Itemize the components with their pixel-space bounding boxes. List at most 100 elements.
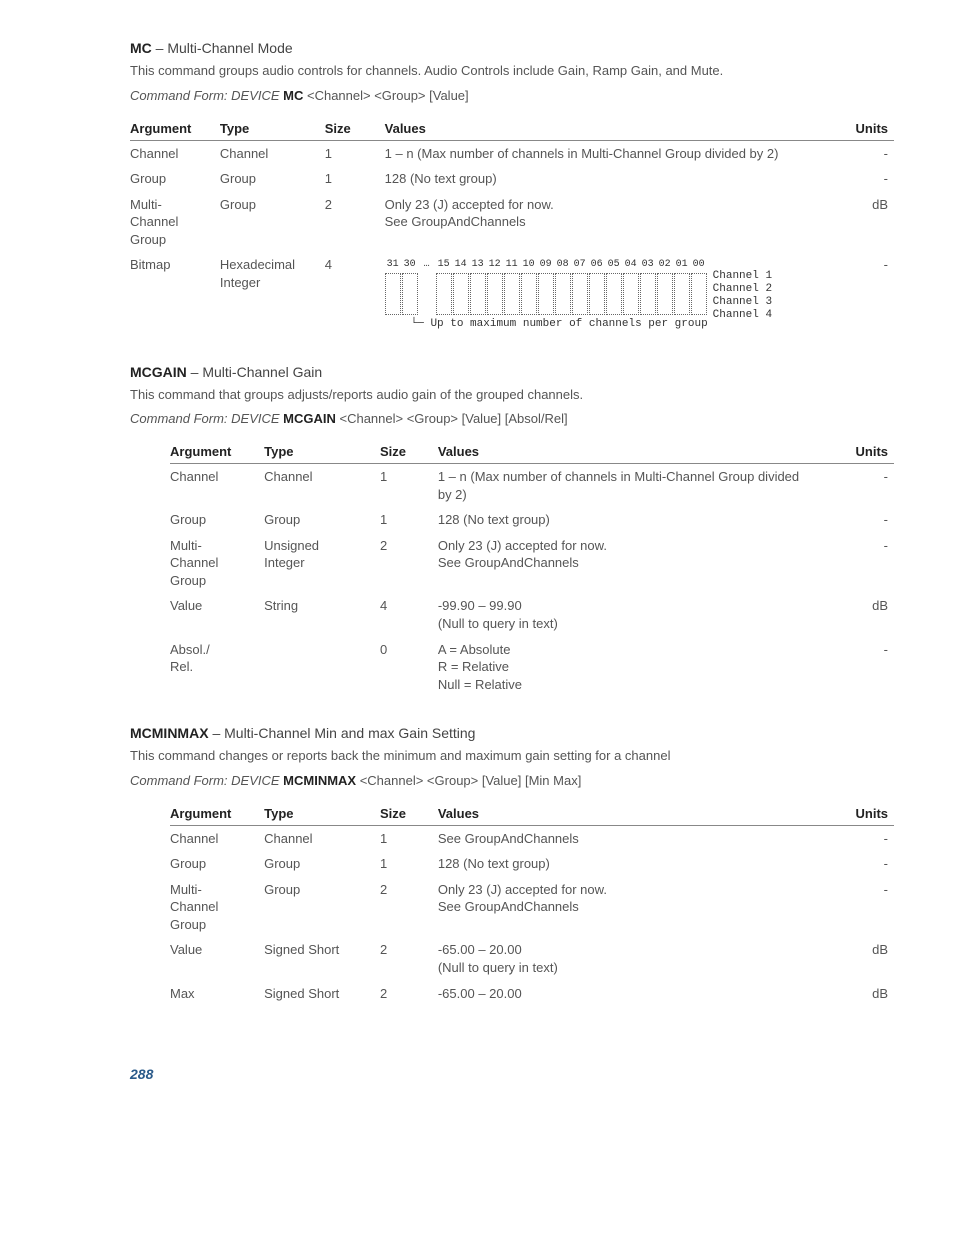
cell-type: Group <box>220 166 325 192</box>
cell-units: - <box>819 252 894 335</box>
cell-values: Only 23 (J) accepted for now.See GroupAn… <box>385 192 819 253</box>
cell-type: Signed Short <box>264 937 380 980</box>
cell-type: Group <box>264 851 380 877</box>
col-size: Size <box>380 440 438 464</box>
section-mcgain: MCGAIN – Multi-Channel Gain This command … <box>130 364 894 698</box>
cell-values: -65.00 – 20.00 <box>438 981 822 1007</box>
arguments-table: ArgumentTypeSizeValuesUnitsChannelChanne… <box>130 117 894 336</box>
table-row: ChannelChannel1See GroupAndChannels- <box>170 825 894 851</box>
section-description: This command that groups adjusts/reports… <box>130 386 894 404</box>
cell-units: dB <box>822 593 894 636</box>
cell-type: HexadecimalInteger <box>220 252 325 335</box>
cell-units: - <box>822 464 894 508</box>
cell-type <box>264 637 380 698</box>
col-argument: Argument <box>170 440 264 464</box>
cell-values: 128 (No text group) <box>438 851 822 877</box>
col-type: Type <box>264 440 380 464</box>
cell-size: 4 <box>380 593 438 636</box>
cell-argument: Channel <box>130 140 220 166</box>
cell-size: 2 <box>325 192 385 253</box>
cell-argument: Group <box>170 507 264 533</box>
col-units: Units <box>819 117 894 141</box>
cell-values: 128 (No text group) <box>438 507 822 533</box>
col-argument: Argument <box>170 802 264 826</box>
cell-values: 3130…15141312111009080706050403020100Cha… <box>385 252 819 335</box>
table-row: Multi-ChannelGroupGroup2Only 23 (J) acce… <box>130 192 894 253</box>
section-description: This command changes or reports back the… <box>130 747 894 765</box>
cell-values: Only 23 (J) accepted for now.See GroupAn… <box>438 533 822 594</box>
cell-units: dB <box>822 937 894 980</box>
cell-units: - <box>822 825 894 851</box>
col-type: Type <box>220 117 325 141</box>
col-type: Type <box>264 802 380 826</box>
arguments-table: ArgumentTypeSizeValuesUnitsChannelChanne… <box>170 440 894 697</box>
col-values: Values <box>438 440 822 464</box>
cell-argument: Absol./Rel. <box>170 637 264 698</box>
table-row: GroupGroup1128 (No text group)- <box>170 851 894 877</box>
cell-argument: Value <box>170 937 264 980</box>
cell-units: dB <box>822 981 894 1007</box>
table-row: MaxSigned Short2-65.00 – 20.00dB <box>170 981 894 1007</box>
cell-type: UnsignedInteger <box>264 533 380 594</box>
bitmap-channel-label: Channel 2 <box>713 283 772 296</box>
cell-argument: Multi-ChannelGroup <box>170 877 264 938</box>
table-row: Absol./Rel.0A = AbsoluteR = RelativeNull… <box>170 637 894 698</box>
cell-argument: Value <box>170 593 264 636</box>
cell-argument: Group <box>130 166 220 192</box>
cell-type: Channel <box>220 140 325 166</box>
cell-argument: Multi-ChannelGroup <box>130 192 220 253</box>
cell-type: String <box>264 593 380 636</box>
cell-argument: Multi-ChannelGroup <box>170 533 264 594</box>
table-row: Multi-ChannelGroupGroup2Only 23 (J) acce… <box>170 877 894 938</box>
table-row: ChannelChannel11 – n (Max number of chan… <box>170 464 894 508</box>
cell-size: 1 <box>380 507 438 533</box>
cell-values: 1 – n (Max number of channels in Multi-C… <box>385 140 819 166</box>
col-values: Values <box>438 802 822 826</box>
cell-size: 1 <box>380 825 438 851</box>
cell-type: Group <box>264 507 380 533</box>
table-row: ValueSigned Short2-65.00 – 20.00(Null to… <box>170 937 894 980</box>
cell-units: - <box>819 166 894 192</box>
cell-argument: Bitmap <box>130 252 220 335</box>
cell-argument: Channel <box>170 825 264 851</box>
cell-size: 1 <box>380 851 438 877</box>
cell-size: 4 <box>325 252 385 335</box>
col-units: Units <box>822 440 894 464</box>
bitmap-channel-label: Channel 3 <box>713 296 772 309</box>
col-size: Size <box>325 117 385 141</box>
table-row: ValueString4-99.90 – 99.90(Null to query… <box>170 593 894 636</box>
section-heading: MC – Multi-Channel Mode <box>130 40 894 56</box>
section-heading: MCGAIN – Multi-Channel Gain <box>130 364 894 380</box>
cell-size: 1 <box>325 140 385 166</box>
cell-values: 1 – n (Max number of channels in Multi-C… <box>438 464 822 508</box>
cell-units: dB <box>819 192 894 253</box>
cell-type: Signed Short <box>264 981 380 1007</box>
table-row: BitmapHexadecimalInteger43130…1514131211… <box>130 252 894 335</box>
cell-units: - <box>822 851 894 877</box>
col-argument: Argument <box>130 117 220 141</box>
col-values: Values <box>385 117 819 141</box>
cell-type: Channel <box>264 825 380 851</box>
col-units: Units <box>822 802 894 826</box>
cell-type: Group <box>264 877 380 938</box>
col-size: Size <box>380 802 438 826</box>
cell-size: 2 <box>380 877 438 938</box>
cell-type: Channel <box>264 464 380 508</box>
cell-values: 128 (No text group) <box>385 166 819 192</box>
bitmap-channel-label: Channel 1 <box>713 270 772 283</box>
command-form: Command Form: DEVICE MC <Channel> <Group… <box>130 88 894 103</box>
cell-size: 1 <box>325 166 385 192</box>
cell-values: -65.00 – 20.00(Null to query in text) <box>438 937 822 980</box>
bitmap-diagram: 3130…15141312111009080706050403020100Cha… <box>385 256 813 331</box>
cell-size: 2 <box>380 981 438 1007</box>
command-form: Command Form: DEVICE MCGAIN <Channel> <G… <box>130 411 894 426</box>
cell-argument: Group <box>170 851 264 877</box>
bitmap-channel-label: Channel 4 <box>713 309 772 322</box>
cell-argument: Max <box>170 981 264 1007</box>
page-number: 288 <box>130 1066 894 1082</box>
cell-values: Only 23 (J) accepted for now.See GroupAn… <box>438 877 822 938</box>
cell-units: - <box>822 533 894 594</box>
cell-size: 0 <box>380 637 438 698</box>
cell-size: 2 <box>380 533 438 594</box>
cell-units: - <box>819 140 894 166</box>
